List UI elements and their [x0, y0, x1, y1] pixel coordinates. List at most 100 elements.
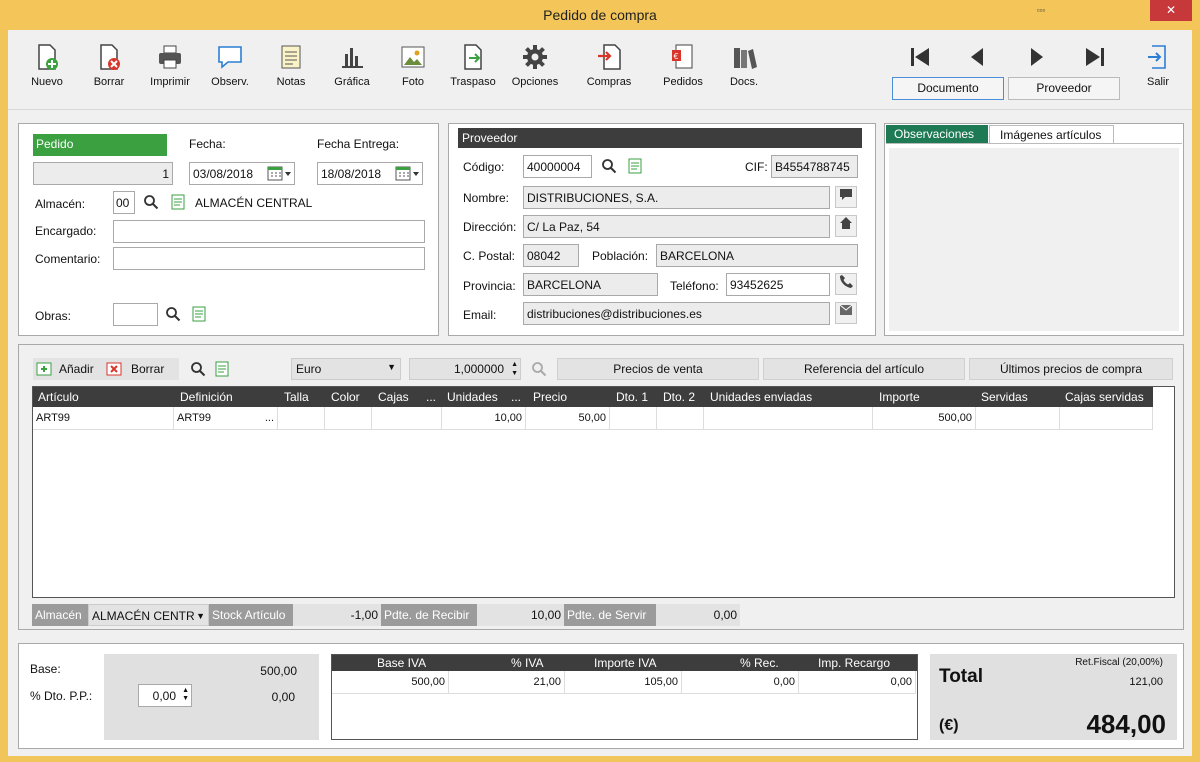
stepper-arrows-icon[interactable]: ▲ ▼	[511, 360, 518, 378]
delete-button[interactable]: Borrar	[79, 42, 139, 88]
comentario-field[interactable]	[113, 247, 425, 270]
referencia-articulo-button[interactable]: Referencia del artículo	[763, 358, 965, 380]
photo-icon	[401, 46, 425, 68]
col-unidades-enviadas[interactable]: Unidades enviadas	[710, 387, 812, 407]
col-articulo[interactable]: Artículo	[38, 387, 79, 407]
cell-servidas[interactable]	[976, 407, 1060, 430]
calendar-icon[interactable]	[395, 165, 421, 182]
cell-dto1[interactable]	[610, 407, 657, 430]
col-unidades-more[interactable]: ...	[511, 387, 521, 407]
chart-button[interactable]: Gráfica	[322, 42, 382, 88]
next-record-button[interactable]	[1021, 44, 1051, 70]
observ-button[interactable]: Observ.	[200, 42, 260, 88]
provincia-field[interactable]: BARCELONA	[523, 273, 658, 296]
email-field[interactable]: distribuciones@distribuciones.es	[523, 302, 830, 325]
print-button[interactable]: Imprimir	[140, 42, 200, 88]
delete-line-button[interactable]: Borrar	[103, 358, 179, 380]
add-line-button[interactable]: Añadir	[33, 358, 109, 380]
close-button[interactable]: ✕	[1150, 0, 1192, 21]
col-color[interactable]: Color	[331, 387, 360, 407]
cpostal-field[interactable]: 08042	[523, 244, 579, 267]
calendar-icon[interactable]	[267, 165, 293, 182]
restore-button[interactable]: ▫▫▫	[1020, 0, 1062, 21]
call-button[interactable]	[835, 273, 857, 295]
cell-unidades[interactable]: 10,00	[442, 407, 526, 430]
search-icon[interactable]	[165, 306, 181, 322]
col-cajas-more[interactable]: ...	[426, 387, 436, 407]
purchases-button[interactable]: Compras	[579, 42, 639, 88]
transfer-button[interactable]: Traspaso	[443, 42, 503, 88]
notes-icon[interactable]	[171, 194, 185, 210]
col-cajas-servidas[interactable]: Cajas servidas	[1065, 387, 1144, 407]
documento-mode-button[interactable]: Documento	[892, 77, 1004, 100]
options-button[interactable]: Opciones	[505, 42, 565, 88]
notes-icon[interactable]	[628, 158, 642, 174]
new-button[interactable]: Nuevo	[17, 42, 77, 88]
col-dto1[interactable]: Dto. 1	[616, 387, 648, 407]
proveedor-mode-button[interactable]: Proveedor	[1008, 77, 1120, 100]
table-row[interactable]: ART99 ART99... 10,00 50,00 500,00	[33, 407, 1153, 430]
docs-button[interactable]: Docs.	[714, 42, 774, 88]
col-cajas[interactable]: Cajas	[378, 387, 409, 407]
poblacion-field[interactable]: BARCELONA	[656, 244, 858, 267]
cell-precio[interactable]: 50,00	[526, 407, 610, 430]
send-email-button[interactable]	[835, 302, 857, 324]
transfer-icon	[464, 44, 482, 70]
col-importe[interactable]: Importe	[879, 387, 920, 407]
stepper-arrows-icon[interactable]: ▲ ▼	[182, 687, 189, 703]
chat-button[interactable]	[835, 186, 857, 208]
precios-venta-button[interactable]: Precios de venta	[557, 358, 759, 380]
almacen-name: ALMACÉN CENTRAL	[195, 196, 313, 210]
dto-pp-stepper[interactable]: 0,00 ▲ ▼	[138, 684, 192, 707]
col-servidas[interactable]: Servidas	[981, 387, 1028, 407]
nombre-field[interactable]: DISTRIBUCIONES, S.A.	[523, 186, 830, 209]
notes-icon[interactable]	[215, 361, 229, 377]
stock-almacen-select[interactable]: ALMACÉN CENTR ▼	[88, 604, 209, 626]
notes-button[interactable]: Notas	[261, 42, 321, 88]
currency-select[interactable]: Euro ▼	[291, 358, 401, 380]
cell-articulo[interactable]: ART99	[33, 407, 174, 430]
exit-icon	[1148, 45, 1166, 69]
direccion-field[interactable]: C/ La Paz, 54	[523, 215, 830, 238]
telefono-label: Teléfono:	[670, 279, 719, 293]
last-record-button[interactable]	[1080, 44, 1110, 70]
col-definicion[interactable]: Definición	[180, 387, 233, 407]
ultimos-precios-button[interactable]: Últimos precios de compra	[969, 358, 1173, 380]
col-precio[interactable]: Precio	[533, 387, 567, 407]
cell-definicion[interactable]: ART99...	[174, 407, 278, 430]
tab-observaciones[interactable]: Observaciones	[886, 125, 988, 144]
cell-color[interactable]	[325, 407, 372, 430]
encargado-field[interactable]	[113, 220, 425, 243]
col-talla[interactable]: Talla	[284, 387, 309, 407]
notes-icon[interactable]	[192, 306, 206, 322]
cell-unidades-enviadas[interactable]	[704, 407, 873, 430]
exit-button[interactable]: Salir	[1128, 42, 1188, 88]
search-icon[interactable]	[190, 361, 206, 377]
cell-cajas-servidas[interactable]	[1060, 407, 1153, 430]
codigo-field[interactable]: 40000004	[523, 155, 592, 178]
cell-talla[interactable]	[278, 407, 325, 430]
cell-importe[interactable]: 500,00	[873, 407, 976, 430]
obras-field[interactable]	[113, 303, 158, 326]
observaciones-textarea[interactable]	[889, 148, 1179, 331]
tab-imagenes-articulos[interactable]: Imágenes artículos	[989, 125, 1114, 144]
cell-dto2[interactable]	[657, 407, 704, 430]
search-icon[interactable]	[531, 361, 547, 377]
search-icon[interactable]	[143, 194, 159, 210]
cif-field[interactable]: B4554788745	[771, 155, 858, 178]
cell-more[interactable]: ...	[265, 407, 274, 429]
cell-cajas[interactable]	[372, 407, 442, 430]
col-unidades[interactable]: Unidades	[447, 387, 498, 407]
exchange-rate-stepper[interactable]: 1,000000 ▲ ▼	[409, 358, 521, 380]
order-number-field[interactable]: 1	[33, 162, 173, 185]
almacen-code-field[interactable]: 00	[113, 191, 135, 214]
observ-label: Observ.	[211, 76, 249, 88]
first-record-button[interactable]	[905, 44, 935, 70]
map-button[interactable]	[835, 215, 857, 237]
search-icon[interactable]	[601, 158, 617, 174]
previous-record-button[interactable]	[963, 44, 993, 70]
col-dto2[interactable]: Dto. 2	[663, 387, 695, 407]
photo-button[interactable]: Foto	[383, 42, 443, 88]
orders-button[interactable]: € Pedidos	[653, 42, 713, 88]
telefono-field[interactable]: 93452625	[726, 273, 830, 296]
